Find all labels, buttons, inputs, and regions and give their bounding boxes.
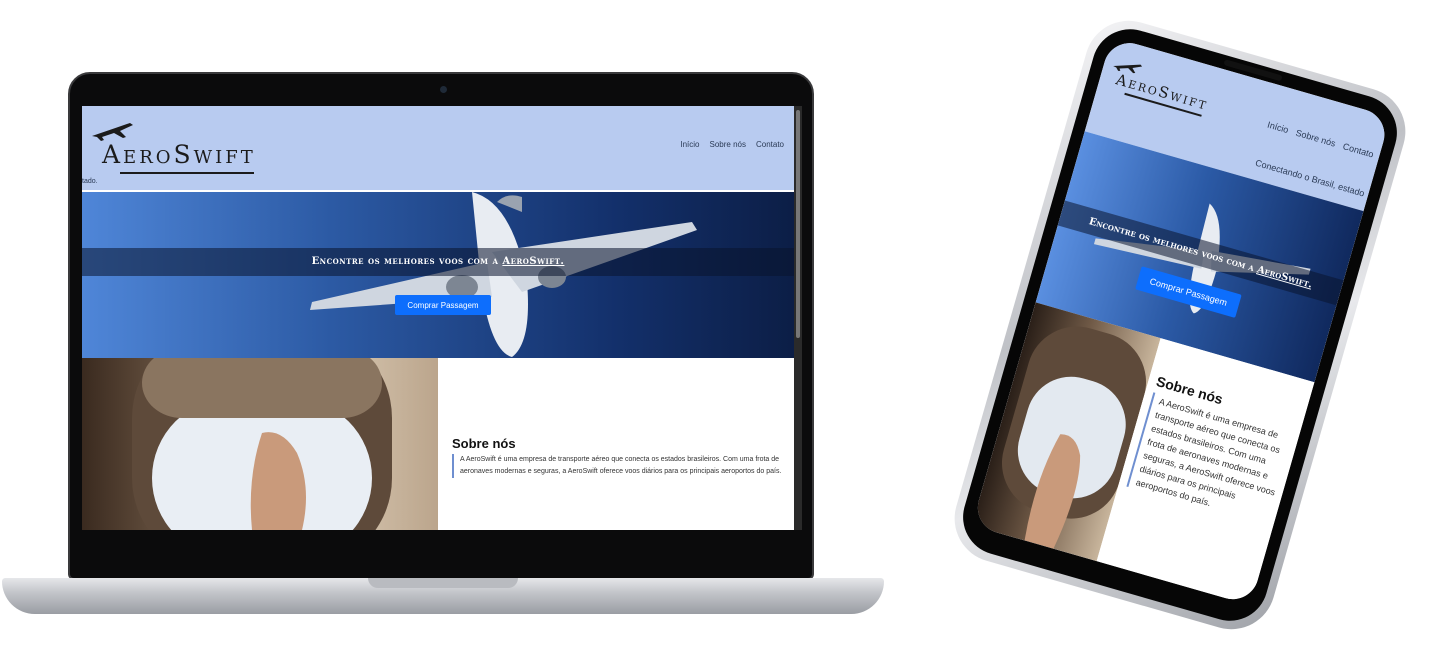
- hero-section: Encontre os melhores voos com a AeroSwif…: [82, 192, 794, 358]
- mobile-nav-sobre[interactable]: Sobre nós: [1295, 128, 1337, 149]
- mobile-about-body: A AeroSwift é uma empresa de transporte …: [1126, 392, 1294, 527]
- mobile-nav-inicio[interactable]: Início: [1266, 120, 1289, 136]
- slogan: tado.: [82, 178, 98, 185]
- mobile-nav-contato[interactable]: Contato: [1342, 141, 1375, 159]
- brand-name: AeroSwift: [102, 140, 256, 169]
- scrollbar[interactable]: [794, 106, 802, 530]
- scrollbar-thumb[interactable]: [796, 110, 800, 338]
- window-photo: [82, 358, 438, 530]
- laptop-screen: AeroSwift Início Sobre nós Contato tado.: [82, 106, 802, 530]
- window-illustration: [132, 358, 392, 530]
- about-title: Sobre nós: [452, 436, 516, 451]
- site-logo[interactable]: AeroSwift: [90, 120, 260, 174]
- hero-title-brand[interactable]: AeroSwift.: [502, 256, 564, 267]
- buy-ticket-button[interactable]: Comprar Passagem: [395, 295, 491, 315]
- about-body: A AeroSwift é uma empresa de transporte …: [452, 454, 792, 478]
- nav-contato[interactable]: Contato: [756, 140, 784, 149]
- mobile-logo[interactable]: AeroSwift: [1104, 55, 1221, 124]
- laptop-hinge: [368, 578, 518, 588]
- mobile-brand-name: AeroSwift: [1113, 70, 1211, 114]
- mobile-nav: Início Sobre nós Contato: [1266, 120, 1375, 160]
- nav-sobre[interactable]: Sobre nós: [710, 140, 746, 149]
- about-section: Sobre nós A AeroSwift é uma empresa de t…: [438, 358, 794, 530]
- hero-title: Encontre os melhores voos com a AeroSwif…: [82, 256, 794, 267]
- nav-inicio[interactable]: Início: [680, 140, 699, 149]
- site-header: AeroSwift Início Sobre nós Contato tado.: [82, 106, 794, 190]
- hero-title-text: Encontre os melhores voos com a: [311, 256, 499, 267]
- camera: [440, 86, 447, 93]
- logo-underline: [120, 172, 254, 174]
- main-nav: Início Sobre nós Contato: [680, 140, 784, 149]
- airplane-icon: [92, 123, 133, 141]
